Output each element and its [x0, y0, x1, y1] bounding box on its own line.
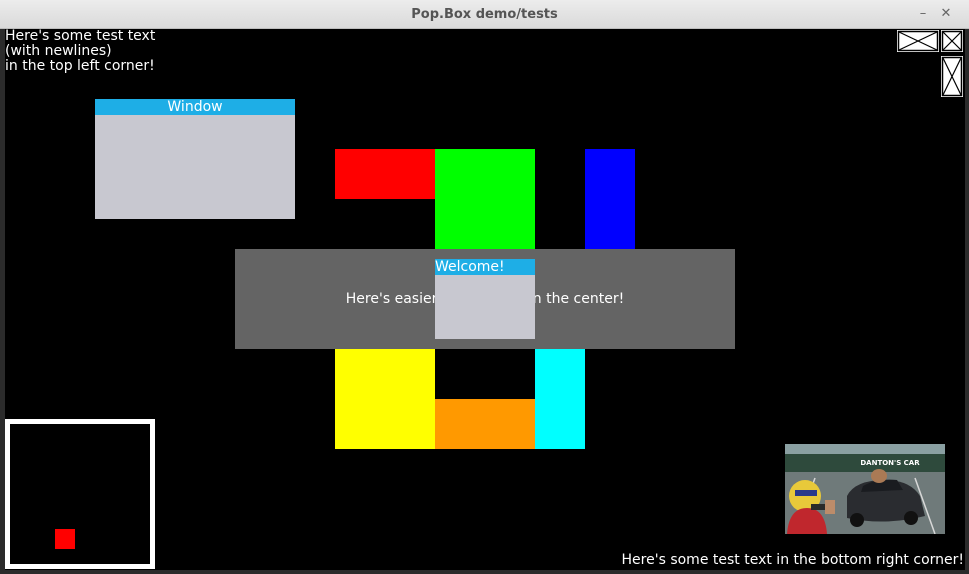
green-block	[435, 149, 535, 249]
missing-image-icon	[941, 56, 963, 97]
minimap-marker	[55, 529, 75, 549]
yellow-block	[335, 349, 435, 449]
minimap-frame	[5, 419, 155, 569]
minimize-button[interactable]: –	[914, 5, 932, 23]
photo-caption: DANTON'S CAR	[860, 459, 920, 467]
title-bar: Pop.Box demo/tests – ✕	[0, 0, 969, 29]
welcome-panel-title[interactable]: Welcome!	[435, 259, 535, 275]
window-panel-body	[95, 115, 295, 219]
blue-block	[585, 149, 635, 249]
window-title: Pop.Box demo/tests	[411, 7, 558, 22]
welcome-panel-body	[435, 275, 535, 339]
render-canvas: Here's some test text (with newlines) in…	[5, 29, 965, 570]
top-left-text: Here's some test text (with newlines) in…	[5, 29, 156, 74]
car-photo: DANTON'S CAR	[785, 444, 945, 534]
close-button[interactable]: ✕	[937, 5, 955, 23]
window-panel-title[interactable]: Window	[95, 99, 295, 115]
cyan-block	[535, 349, 585, 449]
missing-image-icon	[941, 30, 963, 52]
orange-block	[435, 399, 535, 449]
red-block	[335, 149, 435, 199]
missing-image-icon	[897, 30, 939, 52]
bottom-right-text: Here's some test text in the bottom righ…	[621, 552, 964, 568]
